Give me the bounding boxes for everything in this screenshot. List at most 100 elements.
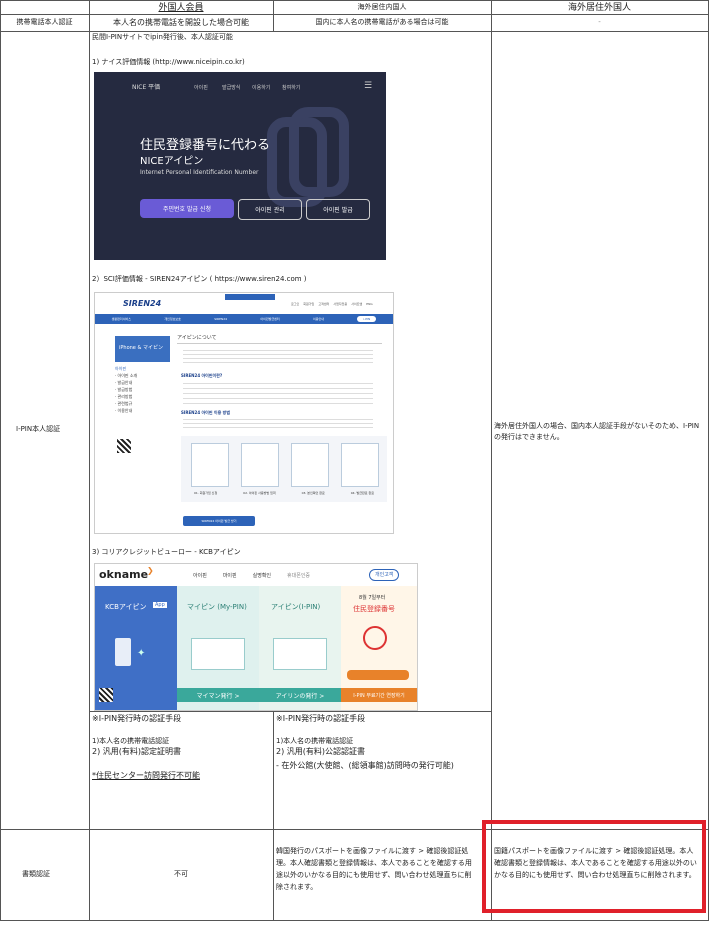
kcb-logo-mark-icon: ❯	[147, 566, 154, 575]
nice-nav-1[interactable]: 아이핀	[194, 84, 208, 91]
foreign-auth-item-1: 1)本人名の携帯電話認証	[92, 737, 170, 745]
row-label-ipin: I-PIN本人認証	[16, 425, 61, 433]
prohibit-icon	[363, 626, 387, 650]
ipin-site-kcb[interactable]: 3) コリアクレジットビューロー - KCBアイピン	[92, 548, 241, 557]
kcb-cta-button[interactable]: I-PIN 무료기간 연장하기	[341, 688, 417, 702]
row-label-docs: 書類認証	[22, 870, 50, 878]
siren-menu-item[interactable]: 아이핀발급센터	[260, 317, 279, 321]
siren-q2-text	[183, 419, 373, 431]
siren-side-item[interactable]: 아이핀	[115, 365, 170, 372]
siren-q2: SIREN24 아이핀 이용 방법	[181, 410, 231, 415]
kcb-nav-item[interactable]: 휴대폰인증	[287, 572, 310, 579]
nice-ipin-screenshot: NICE 平価 아이핀 발급방식 이용하기 참여하기 ☰ 住民登録番号に代わる …	[94, 72, 386, 260]
phone-overseas-foreign: -	[598, 18, 601, 26]
siren-step-card	[291, 443, 329, 487]
table-border-left	[0, 0, 1, 921]
siren-menu-item[interactable]: 이용안내	[313, 317, 324, 321]
kcb-nav-item[interactable]: 실명확인	[253, 572, 271, 579]
kcb-card1-title: KCBアイピン	[105, 603, 147, 611]
menu-icon[interactable]: ☰	[364, 81, 372, 91]
table-border-top	[0, 0, 709, 1]
phone-foreign-member: 本人名の携帯電話を開設した場合可能	[113, 18, 249, 27]
nice-tagline: Internet Personal Identification Number	[140, 169, 259, 176]
nice-nav-2[interactable]: 발급방식	[222, 84, 240, 91]
domestic-auth-item-2: 2) 汎用(有料)公認認証書	[276, 747, 365, 756]
siren-side-item[interactable]: · 발급방법	[115, 386, 170, 393]
siren-section-title: アイピンについて	[177, 335, 217, 341]
nice-nav-3[interactable]: 이용하기	[252, 84, 270, 91]
header-overseas-domestic: 海外居住内国人	[357, 3, 407, 11]
siren-menu-bar: 생활편리서비스 개인정보보호 SIREN24 아이핀발급센터 이용안내 i-PI…	[95, 314, 393, 324]
phone-icon	[115, 638, 131, 666]
siren-step-label: 04. 발급완료 완료	[350, 491, 375, 495]
siren-step-label: 02. 아이핀 사용방법 입력	[243, 491, 276, 495]
domestic-auth-item-3: - 在外公館(大使館、(総領事館)訪問時の発行可能)	[276, 761, 454, 770]
domestic-auth-item-1: 1)本人名の携帯電話認証	[276, 737, 354, 745]
nice-btn-issue[interactable]: 아이핀 발급	[306, 199, 370, 220]
kcb-nav-item[interactable]: 아이핀	[193, 572, 207, 579]
siren-qr-code	[117, 439, 131, 453]
kcb-logo: okname	[99, 568, 149, 581]
kcb-mypin-button[interactable]: マイマン発行 >	[177, 688, 259, 702]
siren-side-header: iPhone & マイピン	[115, 336, 170, 362]
siren-topnav-item[interactable]: 고객센터	[318, 302, 329, 306]
ipin-site-nice[interactable]: 1) ナイス評価情報 (http://www.niceipin.co.kr)	[92, 58, 245, 67]
siren-side-item[interactable]: · 발급안내	[115, 379, 170, 386]
kcb-login-button[interactable]: 개인고객	[369, 569, 400, 581]
kcb-ipin-button[interactable]: アイリンの発行 >	[259, 688, 341, 702]
kcb-ipin-screenshot: okname ❯ 아이핀 마이핀 실명확인 휴대폰인증 개인고객 KCBアイピン…	[94, 563, 418, 711]
siren-topnav-item[interactable]: 회원가입	[303, 302, 314, 306]
siren-top-tab	[225, 294, 275, 300]
siren-side-item[interactable]: · 관리방법	[115, 393, 170, 400]
nice-btn-manage[interactable]: 아이핀 관리	[238, 199, 302, 220]
siren-step-label: 01. 회원가입 신청	[193, 491, 218, 495]
kcb-card3-title: アイピン(I-PIN)	[271, 603, 321, 611]
siren-menu-item[interactable]: i-PIN	[357, 316, 377, 322]
siren-logo: SIREN24	[123, 299, 162, 308]
kcb-card3-screen	[273, 638, 327, 670]
siren-step-labels: 01. 회원가입 신청 02. 아이핀 사용방법 입력 03. 본인확인 완료 …	[181, 491, 387, 495]
docs-foreign-member: 不可	[174, 870, 188, 878]
siren-menu-item[interactable]: SIREN24	[214, 317, 227, 321]
siren-cta-button[interactable]: SIREN24 아이핀 발급 받기	[183, 516, 255, 526]
siren-menu-item[interactable]: 생활편리서비스	[112, 317, 131, 321]
phone-overseas-domestic: 国内に本人名の携帯電話がある場合は可能	[315, 18, 449, 26]
table-border	[0, 31, 709, 32]
docs-overseas-domestic: 韓国発行のパスポートを画像ファイルに渡す > 確認後認証処理。本人確認書類と登録…	[276, 847, 472, 891]
ipin-site-siren[interactable]: 2）SCI評価情報 - SIREN24アイピン ( https://www.si…	[92, 275, 307, 284]
ipin-overseas-note: 海外居住外国人の場合、国内本人認証手段がないそのため、I-PINの発行はできませ…	[494, 422, 700, 441]
table-border	[0, 14, 709, 15]
kcb-card-mypin: マイピン (My-PIN) マイマン発行 >	[177, 586, 259, 710]
table-border-bottom	[0, 920, 709, 921]
kcb-nav: 아이핀 마이핀 실명확인 휴대폰인증	[193, 572, 310, 579]
siren-q1: SIREN24 아이핀이란?	[181, 373, 223, 378]
siren-divider	[177, 343, 382, 344]
siren-topnav-item[interactable]: 로그인	[291, 302, 299, 306]
foreign-auth-title: ※I-PIN発行時の認証手段	[92, 714, 182, 723]
header-foreign-member: 外国人会員	[158, 3, 204, 13]
siren-q1-text	[183, 383, 373, 407]
kcb-card4-sub: 8월 7일부터	[359, 595, 386, 601]
siren-side-item[interactable]: · 이용안내	[115, 407, 170, 414]
kcb-card4-button[interactable]	[347, 670, 409, 680]
siren-step-card	[191, 443, 229, 487]
kcb-card-ipin: アイピン(I-PIN) アイリンの発行 >	[259, 586, 341, 710]
siren-step-card	[341, 443, 379, 487]
kcb-card2-screen	[191, 638, 245, 670]
siren-menu-item[interactable]: 개인정보보호	[164, 317, 181, 321]
kcb-card2-title: マイピン (My-PIN)	[187, 603, 247, 611]
domestic-auth-title: ※I-PIN発行時の認証手段	[276, 714, 366, 723]
siren-side-item[interactable]: · 관련법규	[115, 400, 170, 407]
siren-topnav-item[interactable]: ENG	[366, 302, 372, 306]
kcb-card-resident-number: 8월 7일부터 住民登録番号 I-PIN 무료기간 연장하기	[341, 586, 417, 710]
siren-side-item[interactable]: · 아이핀 소개	[115, 372, 170, 379]
siren-topnav-item[interactable]: 사이트맵	[351, 302, 362, 306]
foreign-auth-note: *住民センター訪問発行不可能	[92, 771, 200, 780]
nice-nav-4[interactable]: 참여하기	[282, 84, 300, 91]
kcb-card4-title: 住民登録番号	[353, 605, 395, 613]
kcb-qr-code	[99, 688, 113, 702]
siren-topnav-item[interactable]: 사업자전용	[333, 302, 347, 306]
kcb-nav-item[interactable]: 마이핀	[223, 572, 237, 579]
nice-btn-apply[interactable]: 주민번호 발급 신청	[140, 199, 234, 218]
nice-logo: NICE 平価	[132, 84, 161, 91]
